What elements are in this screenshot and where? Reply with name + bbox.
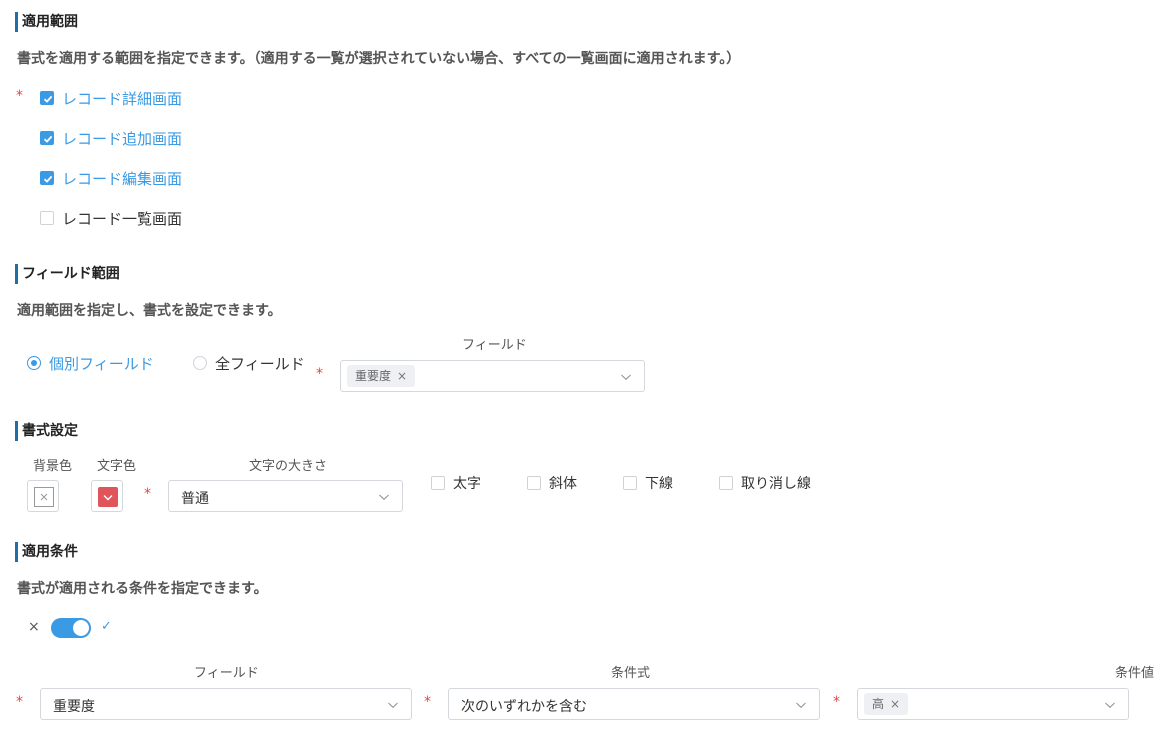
style-checkbox-bold[interactable]	[431, 476, 445, 490]
close-icon	[40, 493, 48, 501]
chevron-down-icon	[103, 495, 113, 501]
scope-checkbox-edit[interactable]	[40, 171, 54, 185]
condition-expression-select[interactable]: 次のいずれかを含む	[448, 688, 820, 720]
condition-toggle[interactable]	[51, 618, 91, 638]
style-checkbox-underline[interactable]	[623, 476, 637, 490]
condition-value-tag: 高 ×	[864, 693, 909, 715]
toggle-off-icon: ×	[28, 619, 40, 635]
tag-remove-icon[interactable]: ×	[397, 369, 407, 383]
field-multiselect[interactable]: 重要度 ×	[340, 360, 645, 392]
condition-value-multiselect[interactable]: 高 ×	[857, 688, 1129, 720]
style-label-underline[interactable]: 下線	[645, 473, 673, 493]
scope-checkbox-add[interactable]	[40, 131, 54, 145]
required-mark: *	[16, 88, 23, 104]
selected-field-tag: 重要度 ×	[347, 365, 416, 387]
required-mark: *	[16, 694, 23, 710]
check-icon	[43, 95, 53, 103]
style-checkbox-italic[interactable]	[527, 476, 541, 490]
condition-field-value: 重要度	[53, 699, 95, 715]
scope-section-title: 適用範囲	[15, 12, 78, 32]
radio-all-fields[interactable]	[193, 356, 207, 370]
condition-section-description: 書式が適用される条件を指定できます。	[17, 581, 268, 597]
bg-color-swatch	[34, 487, 54, 507]
font-size-select[interactable]: 普通	[168, 480, 403, 512]
required-mark: *	[833, 694, 840, 710]
style-label-italic[interactable]: 斜体	[549, 473, 577, 493]
scope-section-description: 書式を適用する範囲を指定できます。（適用する一覧が選択されていない場合、すべての…	[17, 51, 741, 67]
text-color-picker[interactable]	[91, 480, 123, 512]
scope-label-add[interactable]: レコード追加画面	[62, 128, 182, 149]
scope-label-edit[interactable]: レコード編集画面	[62, 168, 182, 189]
scope-label-detail[interactable]: レコード詳細画面	[62, 88, 182, 109]
condition-field-label: フィールド	[194, 666, 259, 681]
bg-color-label: 背景色	[33, 459, 73, 474]
required-mark: *	[316, 366, 323, 382]
check-icon	[43, 135, 53, 143]
format-section-title: 書式設定	[15, 421, 78, 441]
font-size-value: 普通	[181, 491, 209, 507]
tag-remove-icon[interactable]: ×	[890, 697, 900, 711]
style-label-bold[interactable]: 太字	[453, 473, 481, 493]
condition-section-title: 適用条件	[15, 542, 78, 562]
scope-checkbox-list[interactable]	[40, 211, 54, 225]
toggle-knob	[73, 620, 89, 636]
font-size-label: 文字の大きさ	[249, 459, 328, 474]
scope-label-list[interactable]: レコード一覧画面	[62, 208, 182, 229]
style-label-strikethrough[interactable]: 取り消し線	[741, 473, 811, 493]
condition-expression-value: 次のいずれかを含む	[461, 699, 587, 715]
field-select-label: フィールド	[462, 338, 527, 353]
scope-checkbox-detail[interactable]	[40, 91, 54, 105]
text-color-label: 文字色	[97, 459, 137, 474]
condition-value-label: 条件値	[1115, 666, 1155, 681]
required-mark: *	[424, 694, 431, 710]
field-section-description: 適用範囲を指定し、書式を設定できます。	[17, 303, 282, 319]
radio-individual-field[interactable]	[27, 356, 41, 370]
tag-label: 重要度	[355, 369, 392, 383]
field-section-title: フィールド範囲	[15, 264, 120, 284]
check-icon	[43, 175, 53, 183]
tag-label: 高	[872, 697, 885, 711]
bg-color-picker[interactable]	[27, 480, 59, 512]
radio-individual-label[interactable]: 個別フィールド	[49, 353, 154, 374]
chevron-down-icon	[621, 374, 631, 381]
chevron-down-icon	[796, 702, 806, 709]
chevron-down-icon	[1105, 702, 1115, 709]
required-mark: *	[144, 486, 151, 502]
condition-field-select[interactable]: 重要度	[40, 688, 412, 720]
toggle-on-icon: ✓	[101, 619, 112, 634]
condition-expression-label: 条件式	[611, 666, 651, 681]
chevron-down-icon	[388, 702, 398, 709]
style-checkbox-strikethrough[interactable]	[719, 476, 733, 490]
radio-all-label[interactable]: 全フィールド	[215, 353, 305, 374]
text-color-swatch	[98, 487, 118, 507]
chevron-down-icon	[379, 494, 389, 501]
